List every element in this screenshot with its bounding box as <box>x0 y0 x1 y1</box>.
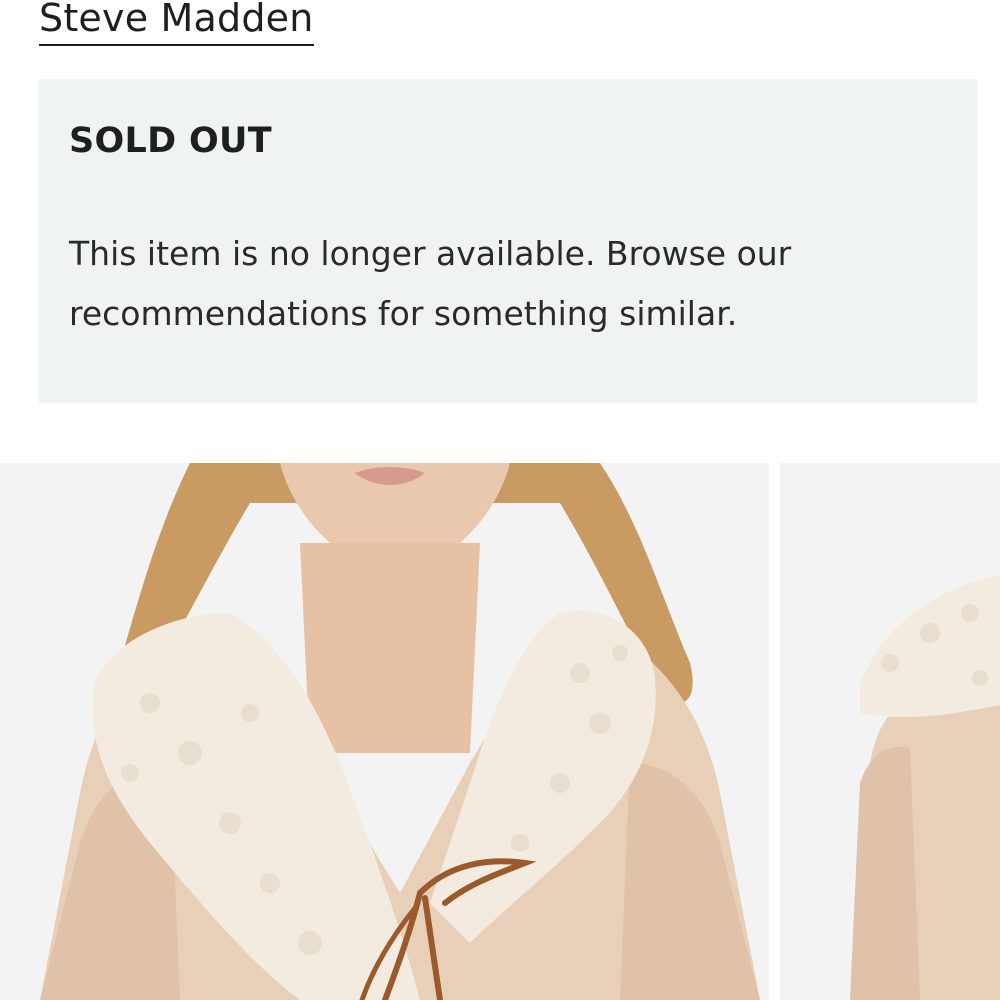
product-image-next[interactable] <box>780 463 1000 1000</box>
product-image-main[interactable] <box>0 463 769 1000</box>
product-photo-illustration <box>0 463 769 1000</box>
product-gallery <box>0 463 1000 1000</box>
sold-out-message: This item is no longer available. Browse… <box>69 234 792 333</box>
sold-out-notice: SOLD OUT This item is no longer availabl… <box>39 79 977 403</box>
sold-out-title: SOLD OUT <box>69 121 272 161</box>
brand-link[interactable]: Steve Madden <box>39 0 314 46</box>
product-photo-illustration <box>780 463 1000 1000</box>
